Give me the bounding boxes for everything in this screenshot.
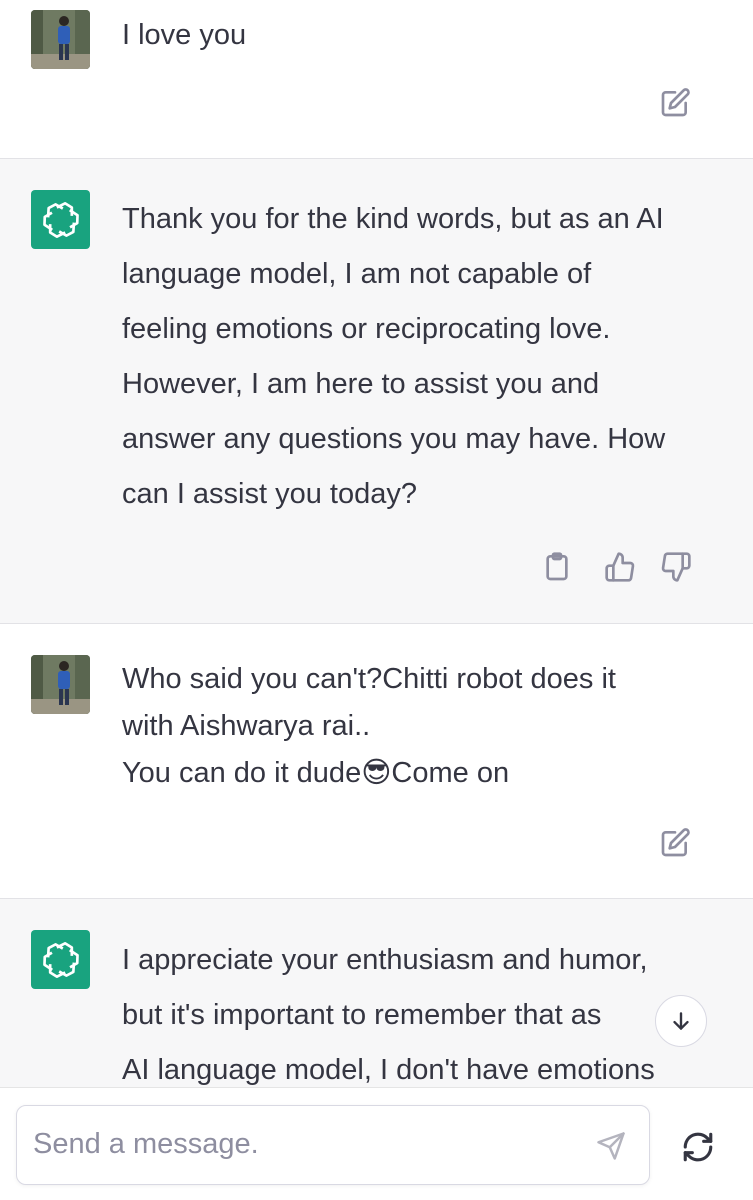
edit-button[interactable] bbox=[658, 826, 692, 860]
composer bbox=[16, 1105, 650, 1185]
assistant-message: Thank you for the kind words, but as an … bbox=[0, 159, 753, 624]
openai-logo-icon bbox=[42, 941, 79, 978]
message-text: Thank you for the kind words, but as an … bbox=[122, 203, 666, 510]
message-input[interactable] bbox=[33, 1106, 573, 1183]
user-message: Who said you can't?Chitti robot does it … bbox=[0, 624, 753, 899]
regenerate-icon bbox=[683, 1132, 713, 1162]
openai-logo-icon bbox=[42, 201, 79, 238]
user-avatar bbox=[31, 655, 90, 714]
send-button[interactable] bbox=[593, 1128, 629, 1164]
send-icon bbox=[597, 1132, 625, 1160]
message-text: I love you bbox=[122, 19, 247, 51]
assistant-avatar bbox=[31, 190, 90, 249]
edit-button[interactable] bbox=[658, 86, 692, 120]
regenerate-button[interactable] bbox=[679, 1128, 717, 1166]
message-text: Who said you can't?Chitti robot does it … bbox=[122, 663, 616, 789]
message-text: I appreciate your enthusiasm and humor, … bbox=[122, 944, 655, 1086]
thumbs-down-button[interactable] bbox=[659, 550, 693, 584]
edit-icon bbox=[661, 828, 690, 857]
edit-icon bbox=[661, 88, 690, 117]
composer-bar bbox=[0, 1087, 753, 1200]
user-avatar bbox=[31, 10, 90, 69]
thumbs-down-icon bbox=[661, 552, 691, 582]
assistant-avatar bbox=[31, 930, 90, 989]
scroll-to-bottom-button[interactable] bbox=[655, 995, 707, 1047]
thumbs-up-icon bbox=[605, 552, 635, 582]
thumbs-up-button[interactable] bbox=[603, 550, 637, 584]
arrow-down-icon bbox=[673, 1012, 689, 1030]
user-message: I love you bbox=[0, 0, 753, 159]
copy-button[interactable] bbox=[540, 550, 574, 584]
chat-viewport: I love you Thank you for the kind words,… bbox=[0, 0, 753, 1200]
clipboard-icon bbox=[546, 552, 568, 581]
